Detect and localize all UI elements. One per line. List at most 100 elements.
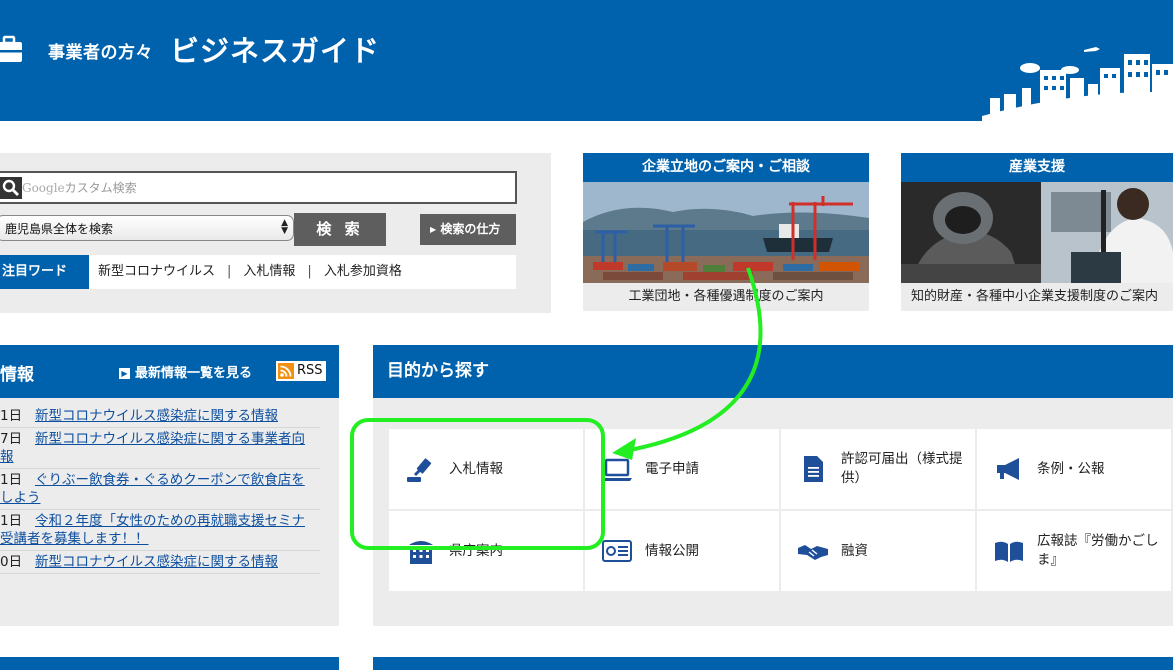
news-link-text: 令和２年度「女性のための再就職支援セミナ [35, 513, 305, 529]
news-item: 1日 ぐりぶー飲食券・ぐるめクーポンで飲食店を しよう [0, 469, 320, 510]
feature-card-title: 企業立地のご案内・ご相談 [583, 153, 869, 182]
handshake-icon [798, 545, 828, 560]
tile-bid-info[interactable]: 入札情報 [389, 429, 583, 509]
play-arrow-icon: ▶ [430, 225, 437, 234]
purpose-panel: 目的から探す 入札情報 電子申請 許認可届出（様式提供） 条例・公報 県庁案内 … [373, 345, 1173, 626]
news-link-continuation[interactable]: 受講者を募集します！！ [0, 530, 320, 548]
rss-button[interactable]: RSS [276, 361, 326, 381]
tile-permits-forms[interactable]: 許認可届出（様式提供） [781, 429, 975, 509]
search-icon[interactable] [0, 177, 22, 199]
tile-labor-magazine[interactable]: 広報誌『労働かごしま』 [977, 511, 1171, 591]
news-link[interactable]: 新型コロナウイルス感染症に関する情報 [0, 553, 320, 571]
news-item: 0日 新型コロナウイルス感染症に関する情報 [0, 551, 320, 574]
news-link-text: 新型コロナウイルス感染症に関する情報 [35, 408, 278, 424]
tile-label: 電子申請 [645, 460, 699, 477]
document-icon [804, 456, 823, 482]
news-list: 1日 新型コロナウイルス感染症に関する情報 7日 新型コロナウイルス感染症に関す… [0, 405, 320, 574]
search-placeholder-text: カスタム検索 [64, 181, 137, 195]
tile-information-disclosure[interactable]: 情報公開 [585, 511, 779, 591]
select-arrows-icon: ▲ ▼ [281, 218, 288, 236]
keyword-link[interactable]: 入札情報 [243, 264, 295, 279]
search-input[interactable]: Googleカスタム検索 [0, 171, 517, 204]
harbor-photo [583, 182, 869, 283]
city-skyline-illustration [982, 47, 1173, 121]
tile-label: 広報誌『労働かごしま』 [1037, 533, 1159, 568]
section-header-stub-left [0, 657, 339, 670]
rss-icon [278, 363, 294, 379]
news-date: 0日 [0, 554, 23, 570]
id-card-icon [602, 540, 632, 562]
keyword-list: 新型コロナウイルス | 入札情報 | 入札参加資格 [98, 255, 402, 289]
site-header: 事業者の方々 ビジネスガイド [0, 0, 1173, 121]
tile-label: 条例・公報 [1037, 460, 1105, 477]
tile-prefecture-guide[interactable]: 県庁案内 [389, 511, 583, 591]
news-panel: 情報 ▶ 最新情報一覧を見る RSS 1日 新型コロナウイルス感染症に関する情報 … [0, 345, 339, 626]
search-scope-select[interactable]: 鹿児島県全体を検索 ▲ ▼ [0, 215, 294, 241]
tile-label: 融資 [841, 542, 868, 559]
search-button[interactable]: 検 索 [294, 213, 386, 246]
section-header-stub-right [373, 657, 1173, 670]
news-link-text: しよう [0, 490, 41, 506]
news-date: 7日 [0, 431, 23, 447]
news-link-continuation[interactable]: しよう [0, 489, 320, 507]
feature-card-caption: 知的財産・各種中小企業支援制度のご案内 [911, 289, 1159, 304]
keyword-label: 注目ワード [0, 255, 89, 289]
search-placeholder: Googleカスタム検索 [22, 179, 137, 196]
news-item: 1日 新型コロナウイルス感染症に関する情報 [0, 405, 320, 428]
news-link[interactable]: 新型コロナウイルス感染症に関する事業者向 [0, 430, 320, 448]
keyword-separator: | [307, 264, 312, 279]
gavel-icon [407, 458, 432, 482]
news-header: 情報 ▶ 最新情報一覧を見る RSS [0, 345, 339, 398]
news-date: 1日 [0, 472, 23, 488]
search-scope-value: 鹿児島県全体を検索 [5, 222, 114, 236]
building-icon [409, 541, 433, 564]
news-link-continuation[interactable]: 報 [0, 448, 320, 466]
purpose-title: 目的から探す [373, 345, 1173, 398]
news-link-text: 新型コロナウイルス感染症に関する事業者向 [35, 431, 305, 447]
rss-label: RSS [297, 363, 323, 378]
industry-image [901, 182, 1173, 283]
tile-label: 入札情報 [449, 460, 503, 477]
tile-financing[interactable]: 融資 [781, 511, 975, 591]
tile-e-application[interactable]: 電子申請 [585, 429, 779, 509]
news-link[interactable]: 新型コロナウイルス感染症に関する情報 [0, 407, 320, 425]
header-subtitle: 事業者の方々 [48, 43, 153, 63]
page-root: 事業者の方々 ビジネスガイド Googleカスタム検索 鹿児島県全体を検索 ▲ … [0, 0, 1173, 670]
header-title[interactable]: ビジネスガイド [170, 28, 380, 70]
news-link-text: 報 [0, 449, 14, 465]
news-item: 1日 令和２年度「女性のための再就職支援セミナ 受講者を募集します！！ [0, 510, 320, 551]
feature-card-industry-support[interactable]: 産業支援 知的財産・各種中小企業支援制度のご案内 [901, 153, 1173, 311]
news-item: 7日 新型コロナウイルス感染症に関する事業者向 報 [0, 428, 320, 469]
keyword-row: 注目ワード 新型コロナウイルス | 入札情報 | 入札参加資格 [0, 255, 516, 289]
megaphone-icon [997, 458, 1019, 480]
feature-card-title: 産業支援 [901, 153, 1173, 182]
news-more-link[interactable]: ▶ 最新情報一覧を見る [119, 362, 252, 381]
keyword-link[interactable]: 新型コロナウイルス [98, 264, 215, 279]
feature-card-caption: 工業団地・各種優遇制度のご案内 [628, 289, 824, 304]
news-link-text: ぐりぶー飲食券・ぐるめクーポンで飲食店を [35, 472, 305, 488]
google-word: Google [22, 181, 65, 195]
search-howto-label: 検索の仕方 [440, 222, 501, 236]
feature-card-location[interactable]: 企業立地のご案内・ご相談 工業団地・各種優遇制度のご案内 [583, 153, 869, 311]
news-link[interactable]: ぐりぶー飲食券・ぐるめクーポンで飲食店を [0, 471, 320, 489]
purpose-tile-grid: 入札情報 電子申請 許認可届出（様式提供） 条例・公報 県庁案内 情報公開 融資… [389, 429, 1173, 591]
keyword-link[interactable]: 入札参加資格 [324, 264, 402, 279]
news-link-text: 受講者を募集します！！ [0, 531, 149, 547]
tile-label: 県庁案内 [449, 542, 503, 559]
news-more-label: 最新情報一覧を見る [135, 366, 253, 381]
news-date: 1日 [0, 513, 23, 529]
arrow-square-icon: ▶ [119, 368, 130, 379]
harbor-image [583, 182, 869, 283]
tile-label: 情報公開 [645, 542, 699, 559]
open-book-icon [995, 541, 1023, 562]
news-title: 情報 [0, 365, 34, 385]
tile-ordinances[interactable]: 条例・公報 [977, 429, 1171, 509]
tile-label: 許認可届出（様式提供） [841, 451, 963, 486]
keyword-separator: | [227, 264, 232, 279]
search-howto-button[interactable]: ▶ 検索の仕方 [420, 214, 516, 245]
search-panel: Googleカスタム検索 鹿児島県全体を検索 ▲ ▼ 検 索 ▶ 検索の仕方 注目… [0, 153, 551, 313]
news-date: 1日 [0, 408, 23, 424]
laptop-icon [602, 458, 632, 481]
news-link[interactable]: 令和２年度「女性のための再就職支援セミナ [0, 512, 320, 530]
briefcase-icon [0, 35, 22, 62]
